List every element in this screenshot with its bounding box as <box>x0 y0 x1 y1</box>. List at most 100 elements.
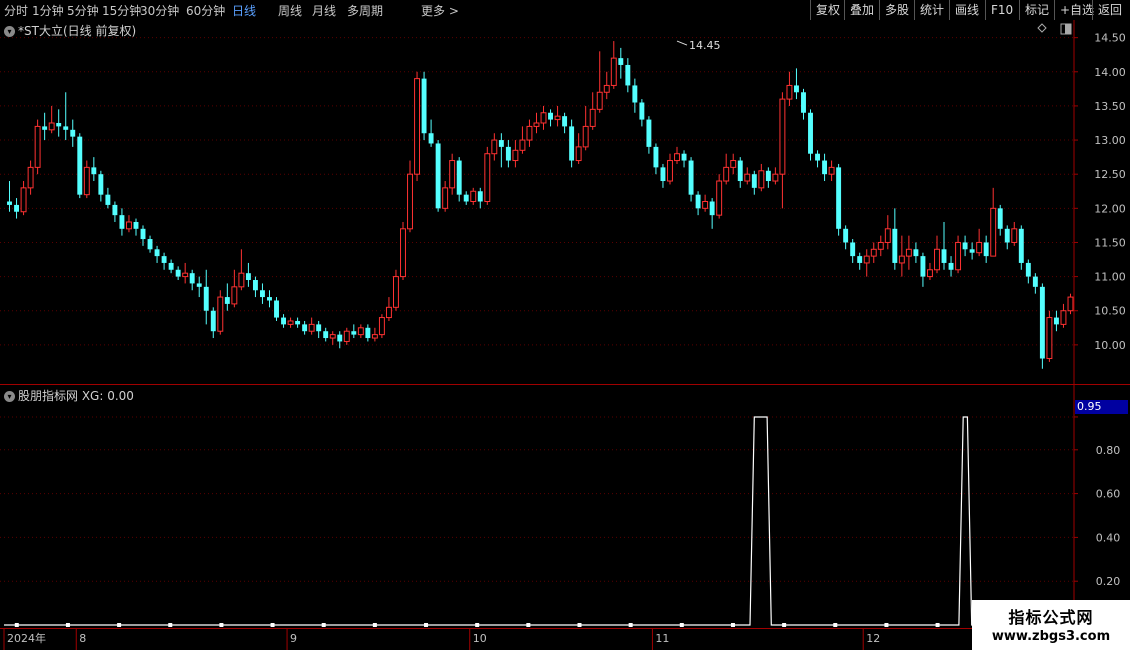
candle-body-105 <box>744 173 751 182</box>
candle-body-13 <box>98 174 104 195</box>
candle-body-137 <box>969 249 975 253</box>
candle-body-103 <box>730 160 737 168</box>
period-tab-0[interactable]: 分时 <box>4 2 28 19</box>
candle-body-91 <box>646 119 652 147</box>
candle-body-73 <box>519 139 526 151</box>
candle-body-141 <box>997 208 1003 229</box>
candle-body-125 <box>884 228 891 243</box>
candle-body-151 <box>1067 296 1074 312</box>
candle-body-21 <box>154 249 160 257</box>
panel-menu-icon[interactable]: ▾ <box>4 26 15 37</box>
candle-body-96 <box>681 153 687 161</box>
candle-body-47 <box>337 334 343 342</box>
candle-body-37 <box>267 297 272 301</box>
candle-body-81 <box>575 146 582 162</box>
candle-body-116 <box>822 160 828 175</box>
candle-body-60 <box>428 133 434 144</box>
candle-body-138 <box>976 241 983 254</box>
candle-body-59 <box>421 78 427 134</box>
period-tab-1[interactable]: 1分钟 <box>32 2 64 19</box>
indicator-menu-icon[interactable]: ▾ <box>4 391 15 402</box>
candle-body-31 <box>224 297 230 304</box>
candle-body-76 <box>540 112 547 124</box>
candle-body-111 <box>786 84 793 100</box>
xg-dot-87 <box>372 623 377 627</box>
sub-y-tick-label-2: 0.60 <box>1096 488 1121 501</box>
candle-body-150 <box>1060 310 1067 325</box>
period-tab-7[interactable]: 周线 <box>278 2 302 19</box>
candle-body-24 <box>175 269 181 277</box>
candle-body-134 <box>948 262 954 270</box>
watermark-title: 指标公式网 <box>1008 608 1094 627</box>
candle-body-106 <box>751 174 757 188</box>
candle-body-123 <box>870 248 877 257</box>
candle-body-51 <box>365 327 371 339</box>
candle-body-112 <box>794 85 799 93</box>
y-tick-label-3: 11.50 <box>1094 236 1126 249</box>
candle-body-29 <box>210 310 216 332</box>
toolbar-button-1[interactable]: 叠加 <box>844 0 879 20</box>
xg-dot-147 <box>628 623 633 627</box>
xg-dot-159 <box>679 623 684 627</box>
candle-body-85 <box>603 84 610 93</box>
candle-body-4 <box>34 125 41 168</box>
candle-body-142 <box>1004 228 1010 243</box>
period-tab-8[interactable]: 月线 <box>312 2 336 19</box>
candle-body-25 <box>182 272 189 278</box>
xg-dot-135 <box>577 623 582 627</box>
candle-body-38 <box>274 300 279 318</box>
candle-body-57 <box>407 173 413 230</box>
candle-body-115 <box>815 153 820 161</box>
toolbar-button-8[interactable]: 返回 <box>1092 0 1127 20</box>
candle-body-128 <box>905 248 912 257</box>
candle-body-18 <box>133 221 139 229</box>
candle-body-0 <box>7 201 12 205</box>
candle-body-93 <box>660 167 666 182</box>
toolbar-button-4[interactable]: 画线 <box>949 0 984 20</box>
period-tab-6[interactable]: 日线 <box>232 2 256 19</box>
candle-body-75 <box>533 122 540 127</box>
period-tab-5[interactable]: 60分钟 <box>186 2 225 19</box>
candle-body-110 <box>779 98 786 175</box>
candle-body-16 <box>119 215 125 229</box>
toolbar-button-5[interactable]: F10 <box>985 0 1018 20</box>
period-tab-2[interactable]: 5分钟 <box>67 2 99 19</box>
indicator-title: 股朋指标网 XG: 0.00 <box>18 389 134 403</box>
candle-body-17 <box>126 221 132 230</box>
candle-body-64 <box>456 160 462 195</box>
candle-body-114 <box>808 112 813 154</box>
candle-body-98 <box>695 194 701 209</box>
toolbar-button-2[interactable]: 多股 <box>879 0 914 20</box>
watermark-url: www.zbgs3.com <box>991 629 1111 644</box>
y-tick-label-9: 14.50 <box>1094 32 1126 45</box>
candle-body-108 <box>765 170 771 182</box>
period-tab-4[interactable]: 30分钟 <box>140 2 179 19</box>
candle-body-89 <box>632 85 638 103</box>
y-tick-label-2: 11.00 <box>1094 271 1126 284</box>
toolbar-button-3[interactable]: 统计 <box>914 0 949 20</box>
candle-body-20 <box>147 239 153 250</box>
candle-body-55 <box>393 276 399 308</box>
candle-body-146 <box>1032 276 1038 287</box>
candle-body-136 <box>962 242 968 250</box>
x-tick-label-4: 11 <box>655 632 669 645</box>
candle-body-84 <box>596 91 603 110</box>
period-tab-10[interactable]: 更多 > <box>421 2 459 19</box>
period-tab-9[interactable]: 多周期 <box>347 2 383 19</box>
xg-dot-207 <box>884 623 889 627</box>
y-tick-label-6: 13.00 <box>1094 134 1126 147</box>
candle-body-83 <box>589 108 596 127</box>
toolbar-button-6[interactable]: 标记 <box>1019 0 1054 20</box>
candle-body-35 <box>252 280 258 291</box>
xg-dot-3 <box>14 623 19 627</box>
toolbar-button-0[interactable]: 复权 <box>810 0 845 20</box>
x-tick-label-0: 2024年 <box>7 631 46 645</box>
candle-body-23 <box>168 262 174 270</box>
candle-body-2 <box>20 187 27 213</box>
candle-body-117 <box>828 166 835 175</box>
candle-body-133 <box>941 249 947 263</box>
period-tab-3[interactable]: 15分钟 <box>102 2 141 19</box>
candle-body-119 <box>843 228 849 243</box>
candle-body-82 <box>582 125 589 148</box>
candle-body-5 <box>42 126 48 130</box>
